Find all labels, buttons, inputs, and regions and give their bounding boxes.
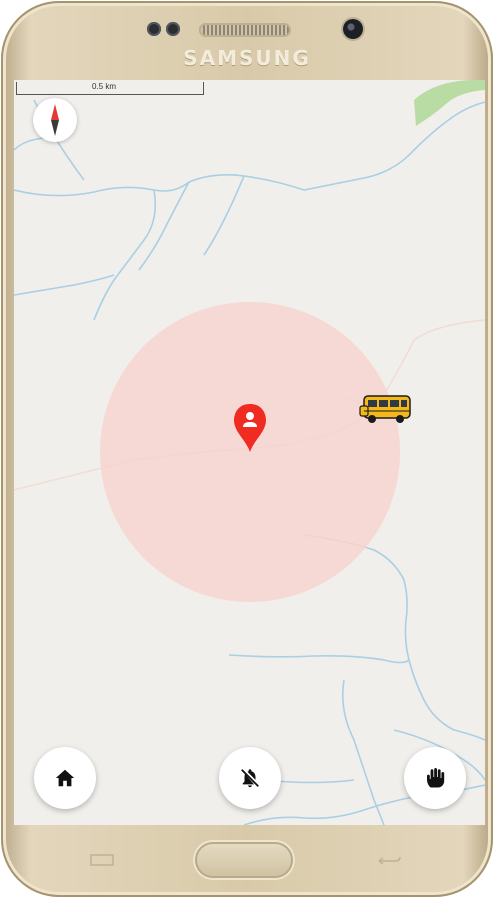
mute-notifications-button[interactable] bbox=[219, 747, 281, 809]
back-key[interactable] bbox=[375, 853, 405, 867]
map-scale-label: 0.5 km bbox=[92, 82, 117, 91]
home-icon bbox=[55, 769, 75, 787]
map-screen[interactable]: 0.5 km bbox=[14, 80, 485, 825]
phone-frame: SAMSUNG 0.5 km bbox=[1, 1, 493, 897]
recent-apps-key[interactable] bbox=[87, 853, 117, 867]
map-canvas[interactable] bbox=[14, 80, 485, 825]
proximity-sensor bbox=[147, 22, 161, 36]
light-sensor bbox=[166, 22, 180, 36]
compass-icon bbox=[51, 104, 59, 136]
hardware-home-key[interactable] bbox=[195, 842, 293, 878]
compass-button[interactable] bbox=[33, 98, 77, 142]
earpiece-speaker bbox=[199, 23, 291, 37]
front-camera bbox=[343, 19, 363, 39]
phone-top-bezel: SAMSUNG bbox=[1, 1, 493, 81]
brand-logo: SAMSUNG bbox=[183, 46, 311, 70]
bell-off-icon bbox=[241, 769, 259, 788]
stop-button[interactable] bbox=[404, 747, 466, 809]
home-button[interactable] bbox=[34, 747, 96, 809]
hand-stop-icon bbox=[427, 768, 445, 788]
